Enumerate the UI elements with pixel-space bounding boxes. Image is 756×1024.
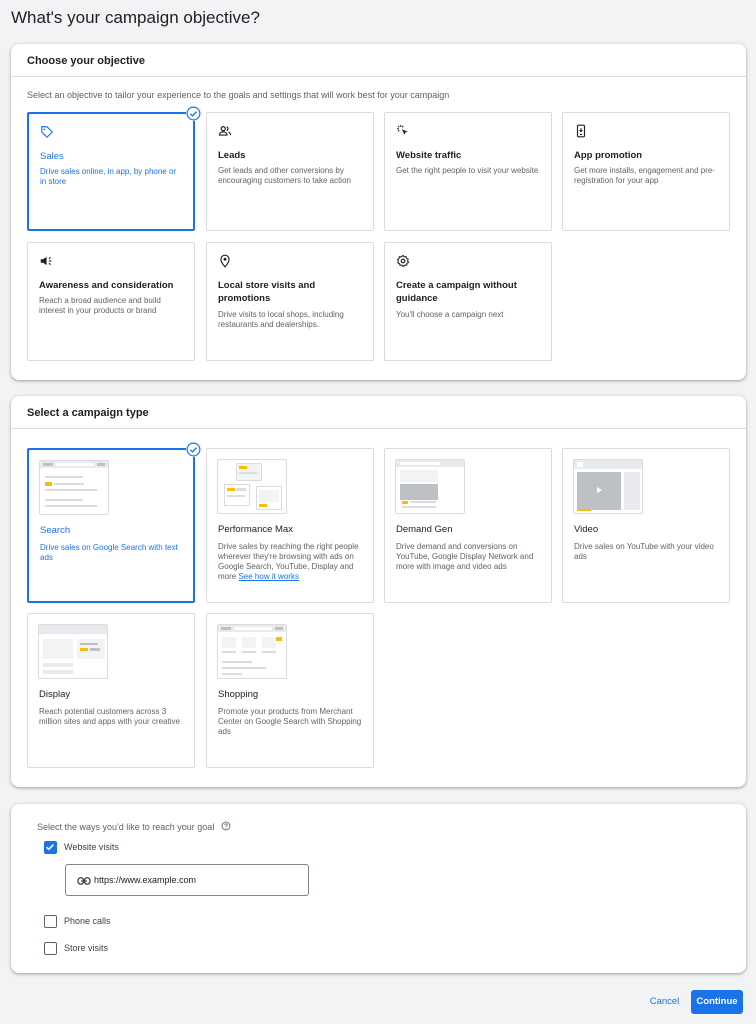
people-icon (218, 126, 232, 136)
campaign-type-description: Promote your products from Merchant Cent… (218, 707, 362, 736)
play-icon (597, 487, 602, 493)
see-how-it-works-link[interactable]: See how it works (238, 572, 298, 581)
page-title: What's your campaign objective? (11, 8, 260, 27)
help-icon[interactable] (221, 821, 231, 831)
objective-card-leads[interactable]: Leads Get leads and other conversions by… (206, 112, 374, 231)
objective-section-description: Select an objective to tailor your exper… (27, 90, 450, 100)
objective-card-description: Get more installs, engagement and pre-re… (574, 166, 715, 185)
objective-card-description: Get leads and other conversions by encou… (218, 166, 351, 185)
store-visits-label: Store visits (64, 943, 109, 953)
campaign-type-card-shopping[interactable]: Shopping Promote your products from Merc… (206, 613, 374, 768)
campaign-type-description: Reach potential customers across 3 milli… (39, 707, 180, 726)
objective-card-title: Website traffic (396, 150, 462, 161)
website-url-input[interactable]: https://www.example.com (65, 864, 309, 896)
campaign-type-card-display[interactable]: Display Reach potential customers across… (27, 613, 195, 768)
checkmark-circle-icon (186, 106, 201, 121)
objective-card-title: Leads (218, 150, 246, 161)
objective-card-without-guidance[interactable]: Create a campaign without guidance You'l… (384, 242, 552, 361)
checkmark-circle-icon (186, 442, 201, 457)
objective-card-description: Drive visits to local shops, including r… (218, 310, 344, 329)
campaign-type-description: Drive sales on Google Search with text a… (40, 543, 178, 562)
objective-card-title: Sales (40, 151, 64, 162)
video-illustration (573, 459, 643, 514)
goal-ways-label: Select the ways you'd like to reach your… (37, 821, 231, 832)
search-illustration (39, 460, 109, 515)
website-visits-label: Website visits (64, 842, 119, 852)
objective-card-website-traffic[interactable]: Website traffic Get the right people to … (384, 112, 552, 231)
continue-button[interactable]: Continue (691, 990, 743, 1014)
campaign-type-title: Performance Max (218, 524, 293, 535)
objective-card-title: Awareness and consideration (39, 280, 174, 291)
objective-card-app-promotion[interactable]: App promotion Get more installs, engagem… (562, 112, 730, 231)
phone-calls-label: Phone calls (64, 916, 111, 926)
campaign-type-description: Drive sales by reaching the right people… (218, 542, 363, 582)
objective-card-local-store-visits[interactable]: Local store visits and promotions Drive … (206, 242, 374, 361)
objective-card-title: Create a campaign without guidance (396, 280, 517, 304)
tag-icon (41, 126, 53, 138)
objective-section: Choose your objective Select an objectiv… (11, 44, 746, 380)
objective-card-description: Drive sales online, in app, by phone or … (40, 167, 177, 186)
performance-max-illustration (217, 459, 287, 514)
objective-card-sales[interactable]: Sales Drive sales online, in app, by pho… (27, 106, 201, 231)
campaign-type-card-performance-max[interactable]: Performance Max Drive sales by reaching … (206, 448, 374, 603)
campaign-type-title: Demand Gen (396, 524, 453, 535)
campaign-type-description: Drive demand and conversions on YouTube,… (396, 542, 534, 571)
campaign-type-section: Select a campaign type Search Drive sale… (11, 396, 746, 787)
campaign-type-card-search[interactable]: Search Drive sales on Google Search with… (27, 442, 201, 603)
campaign-type-card-demand-gen[interactable]: Demand Gen Drive demand and conversions … (384, 448, 552, 603)
gear-icon (396, 254, 410, 268)
checkmark-icon (45, 844, 55, 851)
goal-ways-label-text: Select the ways you'd like to reach your… (37, 822, 215, 832)
phone-calls-checkbox[interactable] (44, 915, 57, 928)
campaign-type-description: Drive sales on YouTube with your video a… (574, 542, 714, 561)
link-icon (77, 877, 91, 885)
display-illustration (38, 624, 108, 679)
goal-ways-section: Select the ways you'd like to reach your… (11, 804, 746, 973)
campaign-type-title: Shopping (218, 689, 259, 700)
campaign-type-card-video[interactable]: Video Drive sales on YouTube with your v… (562, 448, 730, 603)
megaphone-icon (40, 256, 52, 266)
campaign-type-title: Search (40, 525, 71, 536)
demand-gen-illustration (395, 459, 465, 514)
campaign-type-title: Display (39, 689, 71, 700)
objective-card-title: Local store visits and promotions (218, 280, 316, 304)
objective-card-title: App promotion (574, 150, 643, 161)
phone-icon (576, 124, 586, 138)
campaign-type-section-header: Select a campaign type (11, 396, 746, 429)
objective-card-description: Reach a broad audience and build interes… (39, 296, 161, 315)
cursor-click-icon (397, 125, 408, 135)
website-visits-checkbox[interactable] (44, 841, 57, 854)
campaign-type-title: Video (574, 524, 599, 535)
shopping-illustration (217, 624, 287, 679)
website-url-value: https://www.example.com (94, 875, 197, 885)
store-visits-checkbox[interactable] (44, 942, 57, 955)
objective-card-description: You'll choose a campaign next (396, 310, 504, 319)
objective-section-header: Choose your objective (11, 44, 746, 77)
objective-card-description: Get the right people to visit your websi… (396, 166, 539, 175)
location-pin-icon (220, 254, 230, 268)
objective-card-awareness[interactable]: Awareness and consideration Reach a broa… (27, 242, 195, 361)
cancel-button[interactable]: Cancel (641, 990, 688, 1014)
